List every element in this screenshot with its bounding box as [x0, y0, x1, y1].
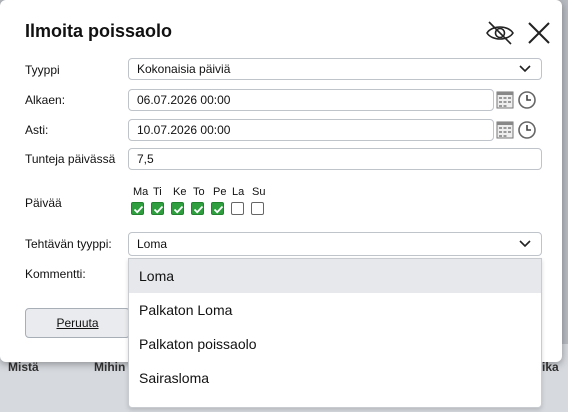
eye-off-icon[interactable]: [485, 18, 515, 48]
hours-label: Tunteja päivässä: [25, 152, 116, 166]
check-icon: [193, 205, 204, 214]
task-type-label: Tehtävän tyyppi:: [25, 237, 112, 251]
end-date-input[interactable]: 10.07.2026 00:00: [128, 119, 494, 141]
dropdown-option[interactable]: Palkaton Loma: [129, 293, 541, 327]
end-date-value: 10.07.2026 00:00: [137, 123, 231, 137]
check-icon: [153, 205, 164, 214]
day-checkbox[interactable]: [211, 202, 224, 215]
day-label: La: [232, 186, 245, 198]
days-label: Päivää: [25, 196, 62, 210]
check-icon: [133, 205, 144, 214]
dropdown-option[interactable]: Sairasloma: [129, 361, 541, 395]
calendar-icon[interactable]: [495, 120, 515, 140]
hours-input[interactable]: 7,5: [128, 148, 542, 170]
task-type-value: Loma: [137, 237, 168, 251]
close-icon[interactable]: [524, 18, 554, 48]
day-label: Ma: [133, 186, 149, 198]
type-value: Kokonaisia päiviä: [137, 62, 231, 76]
day-checkbox[interactable]: [191, 202, 204, 215]
task-type-dropdown: Loma Palkaton Loma Palkaton poissaolo Sa…: [128, 258, 542, 408]
task-type-select[interactable]: Loma: [128, 232, 542, 256]
day-label: Pe: [213, 186, 227, 198]
day-checkbox[interactable]: [131, 202, 144, 215]
background-column-header: ika: [542, 360, 559, 374]
check-icon: [213, 205, 224, 214]
start-date-value: 06.07.2026 00:00: [137, 93, 231, 107]
day-checkbox[interactable]: [231, 202, 244, 215]
day-checkbox[interactable]: [151, 202, 164, 215]
end-label: Asti:: [25, 123, 49, 137]
day-label: Su: [252, 186, 266, 198]
type-label: Tyyppi: [25, 63, 60, 77]
dropdown-option[interactable]: Loma: [129, 259, 541, 293]
day-label: To: [193, 186, 205, 198]
calendar-icon[interactable]: [495, 90, 515, 110]
background-column-header: Mistä: [8, 360, 39, 374]
start-date-input[interactable]: 06.07.2026 00:00: [128, 89, 494, 111]
chevron-down-icon: [519, 65, 531, 73]
dropdown-option[interactable]: Palkaton poissaolo: [129, 327, 541, 361]
day-checkbox[interactable]: [171, 202, 184, 215]
cancel-button[interactable]: Peruuta: [25, 308, 130, 338]
clock-icon[interactable]: [517, 120, 537, 140]
chevron-down-icon: [519, 240, 531, 248]
dialog-title: Ilmoita poissaolo: [25, 21, 173, 41]
hours-value: 7,5: [137, 152, 154, 166]
day-label: Ke: [173, 186, 187, 198]
check-icon: [173, 205, 184, 214]
start-label: Alkaen:: [25, 93, 66, 107]
day-label: Ti: [153, 186, 162, 198]
type-select[interactable]: Kokonaisia päiviä: [128, 58, 542, 80]
comment-label: Kommentti:: [25, 267, 86, 281]
clock-icon[interactable]: [517, 90, 537, 110]
day-checkbox[interactable]: [251, 202, 264, 215]
background-column-header: Mihin: [94, 360, 126, 374]
